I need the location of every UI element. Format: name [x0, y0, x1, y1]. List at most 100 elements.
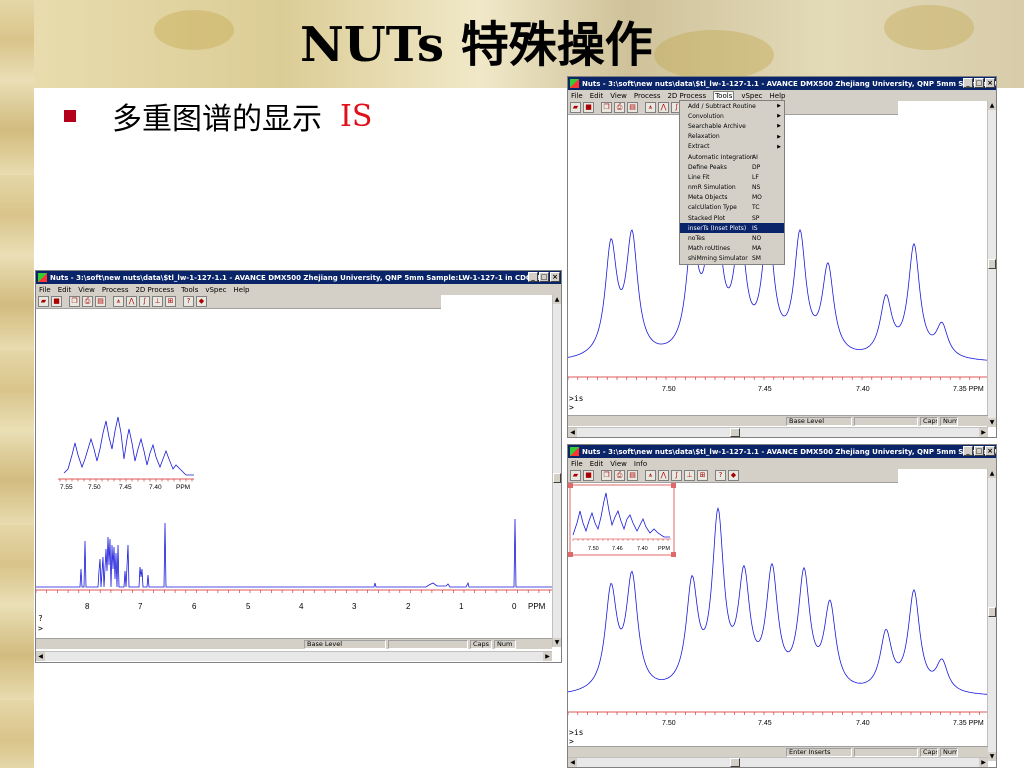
copy-icon[interactable]: ❐ — [69, 296, 80, 307]
menu-item-meta-objects[interactable]: Meta Objects MO — [680, 193, 784, 203]
menu-2d-process[interactable]: 2D Process — [667, 92, 706, 100]
menu-item-math-routines[interactable]: Math roUtines MA — [680, 244, 784, 254]
scroll-left-arrow-icon[interactable]: ◀ — [568, 758, 577, 767]
integrate-icon[interactable]: ∫ — [139, 296, 150, 307]
info-icon[interactable]: ◆ — [196, 296, 207, 307]
command-line-2[interactable]: > — [569, 404, 574, 412]
inset-handle[interactable] — [671, 552, 676, 557]
scroll-right-arrow-icon[interactable]: ▶ — [979, 758, 988, 767]
spectrum-plot[interactable]: 7.50 7.46 7.40 PPM 7.50 7.45 7.40 7.35 P… — [568, 483, 989, 731]
menu-2d-process[interactable]: 2D Process — [135, 286, 174, 294]
copy-icon[interactable]: ❐ — [601, 470, 612, 481]
save-icon[interactable]: ■ — [583, 102, 594, 113]
menu-view[interactable]: View — [610, 92, 627, 100]
maximize-button[interactable]: □ — [539, 272, 549, 282]
menu-vspec[interactable]: vSpec — [205, 286, 226, 294]
menu-process[interactable]: Process — [634, 92, 661, 100]
scroll-right-arrow-icon[interactable]: ▶ — [979, 428, 988, 437]
baseline-icon[interactable]: ⊥ — [684, 470, 695, 481]
vertical-scrollbar[interactable]: ▲ ▼ — [552, 295, 561, 647]
menu-item-convolution[interactable]: Convolution ▶ — [680, 111, 784, 121]
minimize-button[interactable]: _ — [963, 446, 973, 456]
close-button[interactable]: × — [985, 446, 995, 456]
phase-icon[interactable]: ⩚ — [645, 470, 656, 481]
preview-icon[interactable]: ▤ — [627, 102, 638, 113]
scroll-down-arrow-icon[interactable]: ▼ — [553, 638, 561, 647]
scroll-left-arrow-icon[interactable]: ◀ — [568, 428, 577, 437]
menu-edit[interactable]: Edit — [58, 286, 72, 294]
horizontal-scrollbar[interactable]: ◀ ▶ — [568, 757, 988, 767]
menu-file[interactable]: File — [571, 92, 583, 100]
maximize-button[interactable]: □ — [974, 446, 984, 456]
menu-tools[interactable]: Tools — [181, 286, 198, 294]
scroll-up-arrow-icon[interactable]: ▲ — [988, 101, 996, 110]
menu-item-searchable-archive[interactable]: Searchable Archive ▶ — [680, 121, 784, 131]
menu-item-add-subtract[interactable]: Add / Subtract Routine ▶ — [680, 101, 784, 111]
menu-vspec[interactable]: vSpec — [741, 92, 762, 100]
save-icon[interactable]: ■ — [51, 296, 62, 307]
phase-icon[interactable]: ⩚ — [113, 296, 124, 307]
menu-item-inserts[interactable]: inserTs (Inset Plots) IS — [680, 223, 784, 234]
inset-frame[interactable] — [569, 484, 675, 556]
spectrum-plot[interactable]: 7.55 7.50 7.45 7.40 PPM 8 7 6 5 4 3 2 1 … — [36, 309, 552, 635]
command-line-2[interactable]: > — [569, 738, 574, 746]
integrate-icon[interactable]: ∫ — [671, 470, 682, 481]
horizontal-scrollbar[interactable]: ◀ ▶ — [568, 427, 988, 437]
copy-icon[interactable]: ❐ — [601, 102, 612, 113]
menu-file[interactable]: File — [571, 460, 583, 468]
info-icon[interactable]: ◆ — [728, 470, 739, 481]
horizontal-scrollbar[interactable]: ◀ ▶ — [36, 651, 552, 661]
inset-handle[interactable] — [568, 483, 573, 488]
title-bar[interactable]: Nuts - 3:\soft\new nuts\data\$tl_lw-1-12… — [568, 77, 996, 90]
close-button[interactable]: × — [985, 78, 995, 88]
scroll-up-arrow-icon[interactable]: ▲ — [988, 469, 996, 478]
open-icon[interactable]: ▰ — [38, 296, 49, 307]
menu-view[interactable]: View — [78, 286, 95, 294]
scroll-thumb[interactable] — [988, 259, 996, 269]
menu-item-stacked-plot[interactable]: Stacked Plot SP — [680, 213, 784, 223]
menu-item-notes[interactable]: noTes NO — [680, 233, 784, 243]
menu-help[interactable]: Help — [770, 92, 786, 100]
menu-process[interactable]: Process — [102, 286, 129, 294]
print-icon[interactable]: ⎙ — [82, 296, 93, 307]
title-bar[interactable]: Nuts - 3:\soft\new nuts\data\$tl_lw-1-12… — [36, 271, 561, 284]
maximize-button[interactable]: □ — [974, 78, 984, 88]
menu-item-relaxation[interactable]: Relaxation ▶ — [680, 132, 784, 142]
menu-item-extract[interactable]: Extract ▶ — [680, 142, 784, 152]
preview-icon[interactable]: ▤ — [627, 470, 638, 481]
scroll-right-arrow-icon[interactable]: ▶ — [543, 652, 552, 661]
vertical-scrollbar[interactable]: ▲ ▼ — [987, 101, 996, 427]
menu-help[interactable]: Help — [234, 286, 250, 294]
peak-icon[interactable]: ⋀ — [658, 470, 669, 481]
peak-icon[interactable]: ⋀ — [658, 102, 669, 113]
scroll-down-arrow-icon[interactable]: ▼ — [988, 418, 996, 427]
menu-edit[interactable]: Edit — [590, 92, 604, 100]
inset-handle[interactable] — [671, 483, 676, 488]
peak-icon[interactable]: ⋀ — [126, 296, 137, 307]
help-icon[interactable]: ? — [183, 296, 194, 307]
title-bar[interactable]: Nuts - 3:\soft\new nuts\data\$tl_lw-1-12… — [568, 445, 996, 458]
menu-file[interactable]: File — [39, 286, 51, 294]
menu-item-automatic-integration[interactable]: Automatic Integration AI — [680, 152, 784, 162]
menu-info[interactable]: Info — [634, 460, 647, 468]
inset-handle[interactable] — [568, 552, 573, 557]
phase-icon[interactable]: ⩚ — [645, 102, 656, 113]
open-icon[interactable]: ▰ — [570, 102, 581, 113]
scroll-thumb[interactable] — [988, 607, 996, 617]
help-icon[interactable]: ? — [715, 470, 726, 481]
scroll-left-arrow-icon[interactable]: ◀ — [36, 652, 45, 661]
print-icon[interactable]: ⎙ — [614, 470, 625, 481]
menu-item-nmr-simulation[interactable]: nmR Simulation NS — [680, 183, 784, 193]
expand-icon[interactable]: ⊞ — [165, 296, 176, 307]
vertical-scrollbar[interactable]: ▲ ▼ — [987, 469, 996, 761]
scroll-thumb[interactable] — [730, 758, 740, 767]
menu-item-line-fit[interactable]: Line Fit LF — [680, 172, 784, 182]
print-icon[interactable]: ⎙ — [614, 102, 625, 113]
preview-icon[interactable]: ▤ — [95, 296, 106, 307]
menu-item-calculation-type[interactable]: calcUlation Type TC — [680, 203, 784, 213]
scroll-thumb[interactable] — [730, 428, 740, 437]
baseline-icon[interactable]: ⊥ — [152, 296, 163, 307]
menu-item-define-peaks[interactable]: Define Peaks DP — [680, 162, 784, 172]
scroll-up-arrow-icon[interactable]: ▲ — [553, 295, 561, 304]
menu-view[interactable]: View — [610, 460, 627, 468]
